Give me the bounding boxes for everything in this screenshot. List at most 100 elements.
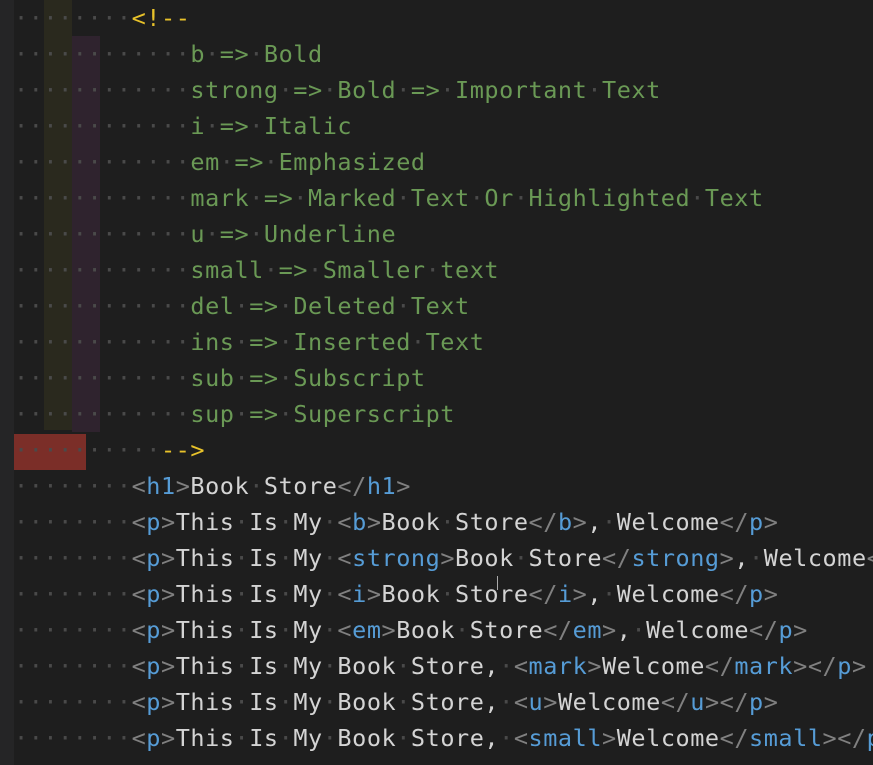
code-line-html[interactable]: ········<p>This·Is·My·Book·Store,·<mark>… bbox=[14, 648, 873, 684]
tag-name: p bbox=[837, 652, 852, 680]
tag-bracket: > bbox=[381, 616, 397, 644]
content-text: Store bbox=[455, 508, 529, 536]
tag-name: p bbox=[146, 688, 161, 716]
code-line-comment-close[interactable]: ··········--> bbox=[14, 432, 873, 468]
comment-text: => bbox=[410, 76, 441, 104]
code-line-html[interactable]: ········<p>This·Is·My·Book·Store,·<small… bbox=[14, 720, 873, 756]
code-line-html[interactable]: ········<p>This·Is·My·Book·Store,·<u>Wel… bbox=[14, 684, 873, 720]
code-line-comment[interactable]: ············ins·=>·Inserted·Text bbox=[14, 324, 873, 360]
content-text: Store bbox=[263, 472, 338, 500]
whitespace-marker: · bbox=[278, 724, 294, 752]
tag-bracket: </ bbox=[528, 508, 558, 536]
code-line-comment[interactable]: ············u·=>·Underline bbox=[14, 216, 873, 252]
code-line-html[interactable]: ········<p>This·Is·My·<em>Book·Store</em… bbox=[14, 612, 873, 648]
comment-text: => bbox=[219, 112, 250, 140]
tag-name: p bbox=[749, 508, 764, 536]
whitespace-marker: · bbox=[278, 328, 294, 356]
whitespace-marker: ·········· bbox=[14, 436, 161, 464]
tag-bracket: > bbox=[161, 580, 176, 608]
content-text: , bbox=[616, 616, 632, 644]
tag-bracket: > bbox=[704, 688, 720, 716]
comment-text: sup bbox=[190, 400, 235, 428]
code-line-comment[interactable]: ············i·=>·Italic bbox=[14, 108, 873, 144]
code-line-html[interactable]: ········<p>This·Is·My·<strong>Book·Store… bbox=[14, 540, 873, 576]
code-line-comment[interactable]: ············del·=>·Deleted·Text bbox=[14, 288, 873, 324]
content-text: My bbox=[293, 544, 323, 572]
whitespace-marker: · bbox=[249, 184, 264, 212]
whitespace-marker: · bbox=[278, 616, 294, 644]
comment-text: ins bbox=[190, 328, 235, 356]
code-line-comment[interactable]: ············em·=>·Emphasized bbox=[14, 144, 873, 180]
tag-bracket: > bbox=[440, 544, 456, 572]
content-text: This bbox=[175, 616, 235, 644]
tag-bracket: > bbox=[822, 724, 838, 752]
whitespace-marker: ············ bbox=[14, 292, 191, 320]
whitespace-marker: ············ bbox=[14, 148, 191, 176]
code-line-comment[interactable]: ············b·=>·Bold bbox=[14, 36, 873, 72]
tag-name: mark bbox=[734, 652, 794, 680]
content-text: Is bbox=[249, 688, 279, 716]
tag-bracket: < bbox=[131, 724, 147, 752]
code-line-html[interactable]: ········<h1>Book·Store</h1> bbox=[14, 468, 873, 504]
tag-bracket: < bbox=[131, 508, 147, 536]
whitespace-marker: · bbox=[322, 688, 338, 716]
content-text: Book bbox=[455, 544, 514, 572]
whitespace-marker: · bbox=[499, 724, 514, 752]
tag-bracket: > bbox=[763, 580, 779, 608]
whitespace-marker: ············ bbox=[14, 184, 191, 212]
comment-text: Smaller bbox=[322, 256, 426, 284]
comment-text: => bbox=[278, 256, 308, 284]
tag-name: b bbox=[352, 508, 367, 536]
whitespace-marker: · bbox=[410, 328, 426, 356]
tag-bracket: </ bbox=[719, 580, 750, 608]
content-text: Is bbox=[249, 580, 279, 608]
whitespace-marker: · bbox=[322, 76, 338, 104]
tag-name: small bbox=[749, 724, 823, 752]
code-line-comment[interactable]: ············small·=>·Smaller·text bbox=[14, 252, 873, 288]
tag-bracket: > bbox=[572, 580, 588, 608]
code-line-comment[interactable]: ············mark·=>·Marked·Text·Or·Highl… bbox=[14, 180, 873, 216]
comment-text: => bbox=[219, 40, 250, 68]
whitespace-marker: · bbox=[278, 400, 294, 428]
whitespace-marker: ············ bbox=[14, 328, 191, 356]
whitespace-marker: · bbox=[396, 76, 411, 104]
tag-name: em bbox=[352, 616, 382, 644]
comment-text: Text bbox=[425, 328, 485, 356]
whitespace-marker: · bbox=[440, 76, 456, 104]
comment-text: => bbox=[249, 400, 279, 428]
whitespace-marker: · bbox=[322, 724, 338, 752]
code-line-html[interactable]: ········<p>This·Is·My·<i>Book·Store</i>,… bbox=[14, 576, 873, 612]
whitespace-marker: · bbox=[234, 688, 250, 716]
code-line-html[interactable]: ········<p>This·Is·My·<b>Book·Store</b>,… bbox=[14, 504, 873, 540]
whitespace-marker: · bbox=[396, 652, 411, 680]
tag-name: small bbox=[528, 724, 603, 752]
whitespace-marker: · bbox=[278, 76, 294, 104]
tag-bracket: > bbox=[719, 544, 735, 572]
tag-bracket: > bbox=[587, 652, 603, 680]
tag-bracket: </ bbox=[749, 616, 779, 644]
content-text: Is bbox=[249, 544, 279, 572]
content-text: Store bbox=[469, 616, 544, 644]
tag-name: u bbox=[528, 688, 544, 716]
whitespace-marker: · bbox=[249, 40, 264, 68]
comment-text: Inserted bbox=[293, 328, 411, 356]
whitespace-marker: · bbox=[234, 328, 250, 356]
code-line-comment[interactable]: ············sub·=>·Subscript bbox=[14, 360, 873, 396]
code-line-comment-open[interactable]: ········<!-- bbox=[14, 0, 873, 36]
code-line-comment[interactable]: ············sup·=>·Superscript bbox=[14, 396, 873, 432]
code-lines[interactable]: ········<!-- ············b·=>·Bold ·······… bbox=[14, 0, 873, 756]
comment-text: Superscript bbox=[293, 400, 455, 428]
mouse-cursor-mark bbox=[497, 576, 498, 590]
whitespace-marker: · bbox=[263, 256, 279, 284]
code-editor[interactable]: ········<!-- ············b·=>·Bold ·······… bbox=[0, 0, 873, 765]
whitespace-marker: · bbox=[322, 580, 338, 608]
code-line-comment[interactable]: ············strong·=>·Bold·=>·Important·… bbox=[14, 72, 873, 108]
content-text: My bbox=[293, 580, 323, 608]
whitespace-marker: · bbox=[440, 580, 456, 608]
whitespace-marker: · bbox=[631, 616, 647, 644]
content-text: Welcome bbox=[557, 688, 661, 716]
comment-text: small bbox=[190, 256, 264, 284]
content-text: This bbox=[175, 652, 235, 680]
content-text: Store, bbox=[410, 724, 500, 752]
comment-text: => bbox=[219, 220, 250, 248]
